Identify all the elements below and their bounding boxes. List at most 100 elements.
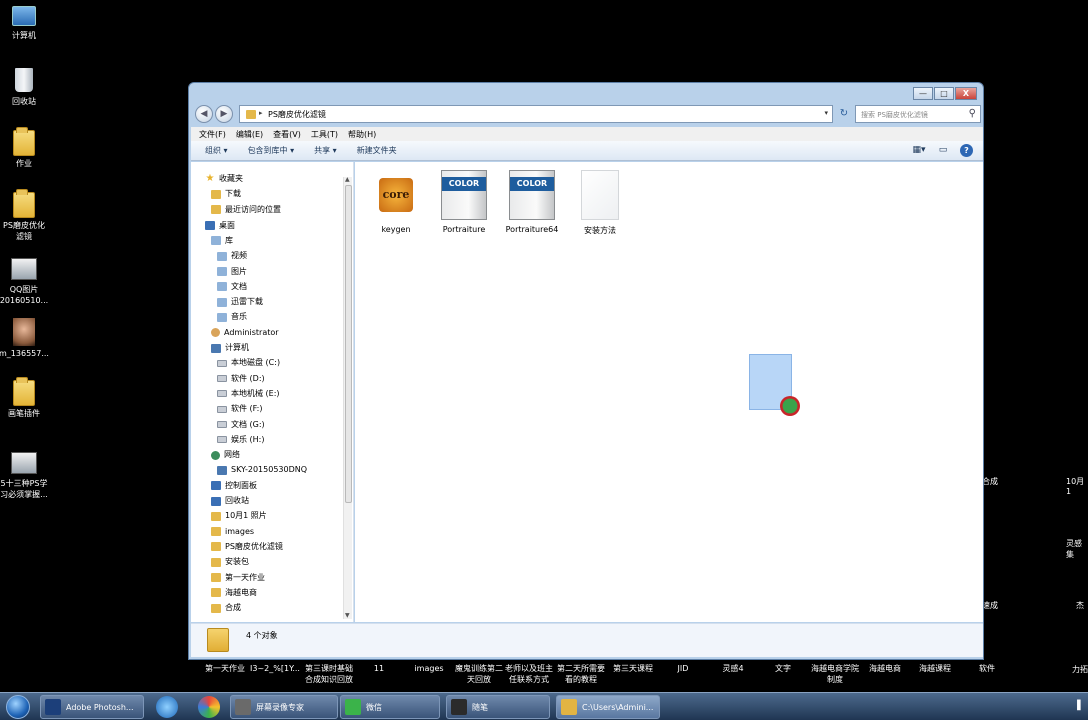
taskbar-button[interactable]: 屏幕录像专家 <box>230 695 338 719</box>
include-in-library-button[interactable]: 包含到库中 ▾ <box>248 145 295 156</box>
organize-button[interactable]: 组织 ▾ <box>205 145 228 156</box>
nav-item[interactable]: 下载 <box>211 187 241 201</box>
forward-button[interactable]: ▶ <box>215 105 233 123</box>
nav-item[interactable]: SKY-20150530DNQ <box>217 463 307 477</box>
nav-item[interactable]: 回收站 <box>211 494 249 508</box>
nav-item[interactable]: 第一天作业 <box>211 571 265 585</box>
new-folder-button[interactable]: 新建文件夹 <box>357 145 397 156</box>
ie-pinned-icon[interactable] <box>156 696 178 718</box>
nav-item[interactable]: 图片 <box>217 265 247 279</box>
nav-item[interactable]: 安装包 <box>211 555 249 569</box>
share-button[interactable]: 共享 ▾ <box>314 145 337 156</box>
taskbar-button[interactable]: C:\Users\Admini... <box>556 695 660 719</box>
desktop-icon-label[interactable]: 第三课时基础 合成知识回放 <box>302 663 356 685</box>
nav-item[interactable]: 计算机 <box>211 341 249 355</box>
nav-item[interactable]: 海越电商 <box>211 586 257 600</box>
image-thumbnail-icon <box>11 452 37 474</box>
scroll-down-icon[interactable]: ▼ <box>345 612 350 619</box>
desktop-edge-label[interactable]: 力拓 <box>1072 664 1088 675</box>
start-button[interactable] <box>6 695 30 719</box>
desktop-icon-label[interactable]: 11 <box>352 663 406 674</box>
desktop-icon-label[interactable]: 软件 <box>960 663 1014 674</box>
taskbar-button[interactable]: 随笔 <box>446 695 550 719</box>
close-button[interactable]: X <box>955 87 977 100</box>
desktop-icon-label[interactable]: 第一天作业 <box>198 663 252 674</box>
address-dropdown-icon[interactable]: ▾ <box>824 109 828 117</box>
desktop-edge-label[interactable]: 杰 <box>1076 600 1084 611</box>
back-button[interactable]: ◀ <box>195 105 213 123</box>
desktop-icon-label[interactable]: 灵感4 <box>706 663 760 674</box>
nav-item[interactable]: 桌面 <box>205 219 235 233</box>
menu-edit[interactable]: 编辑(E) <box>236 129 263 140</box>
desktop-icon[interactable]: 计算机 <box>0 6 52 41</box>
desktop-icon-label[interactable]: 文字 <box>756 663 810 674</box>
change-view-icon[interactable]: ▦▾ <box>912 144 926 157</box>
scrollbar-thumb[interactable] <box>345 185 352 503</box>
nav-item[interactable]: 最近访问的位置 <box>211 203 281 217</box>
menu-tools[interactable]: 工具(T) <box>311 129 338 140</box>
nav-item[interactable]: 库 <box>211 234 233 248</box>
nav-item[interactable]: 迅雷下载 <box>217 295 263 309</box>
nav-item[interactable]: Administrator <box>211 326 279 340</box>
menu-help[interactable]: 帮助(H) <box>348 129 376 140</box>
desktop-icon-label[interactable]: 第二天所需要 看的教程 <box>554 663 608 685</box>
desktop-edge-label[interactable]: 速成 <box>982 600 998 611</box>
nav-item[interactable]: 10月1 照片 <box>211 509 267 523</box>
breadcrumb-current[interactable]: PS磨皮优化滤镜 <box>268 109 326 120</box>
nav-item[interactable]: images <box>211 525 254 539</box>
desktop-icon-label[interactable]: 海越电商 <box>858 663 912 674</box>
nav-item[interactable]: 软件 (D:) <box>217 372 265 386</box>
preview-pane-icon[interactable]: ▭ <box>936 144 950 157</box>
desktop-edge-label[interactable]: 10月1 <box>1066 476 1088 496</box>
taskbar-button[interactable]: Adobe Photosh... <box>40 695 144 719</box>
file-item[interactable]: COLOR Portraiture <box>429 170 499 234</box>
refresh-button[interactable]: ↻ <box>837 105 851 123</box>
desktop-edge-label[interactable]: 灵感 集 <box>1066 538 1082 560</box>
desktop-icon-label[interactable]: 魔鬼训练第二 天回放 <box>452 663 506 685</box>
nav-item[interactable]: 控制面板 <box>211 479 257 493</box>
nav-item[interactable]: 文档 <box>217 280 247 294</box>
nav-item[interactable]: 音乐 <box>217 310 247 324</box>
desktop-edge-label[interactable]: 合成 <box>982 476 998 487</box>
chrome-pinned-icon[interactable] <box>198 696 220 718</box>
scroll-up-icon[interactable]: ▲ <box>345 176 350 183</box>
nav-item[interactable]: 本地磁盘 (C:) <box>217 356 280 370</box>
desktop-icon[interactable]: 作业 <box>0 127 52 169</box>
show-desktop-icon[interactable]: ▌ <box>1077 701 1084 711</box>
nav-item[interactable]: 软件 (F:) <box>217 402 262 416</box>
nav-item[interactable]: 合成 <box>211 601 241 615</box>
nav-item[interactable]: ★ 收藏夹 <box>205 172 243 186</box>
desktop-icon-label[interactable]: 第三天课程 <box>606 663 660 674</box>
desktop-icon[interactable]: QQ图片 20160510... <box>0 258 52 306</box>
maximize-button[interactable]: □ <box>934 87 954 100</box>
taskbar-button[interactable]: 微信 <box>340 695 440 719</box>
nav-item[interactable]: 文档 (G:) <box>217 418 265 432</box>
file-item[interactable]: 安装方法 <box>565 170 635 236</box>
search-icon[interactable]: ⚲ <box>969 108 976 119</box>
desktop-icon[interactable]: 回收站 <box>0 68 52 107</box>
menu-file[interactable]: 文件(F) <box>199 129 226 140</box>
address-bar[interactable]: ▸ PS磨皮优化滤镜 ▾ <box>239 105 833 123</box>
desktop-icon-label[interactable]: 老师以及班主 任联系方式 <box>502 663 556 685</box>
desktop-icon-label[interactable]: JID <box>656 663 710 674</box>
nav-item[interactable]: PS磨皮优化滤镜 <box>211 540 283 554</box>
nav-item[interactable]: 视频 <box>217 249 247 263</box>
menu-view[interactable]: 查看(V) <box>273 129 301 140</box>
desktop-icon-label[interactable]: images <box>402 663 456 674</box>
desktop-icon[interactable]: 5十三种PS学 习必须掌握... <box>0 452 52 500</box>
desktop-icon-label[interactable]: 海越课程 <box>908 663 962 674</box>
nav-item[interactable]: 网络 <box>211 448 240 462</box>
desktop-icon-label[interactable]: I3~2_%[1Y... <box>248 663 302 674</box>
desktop-icon[interactable]: PS磨皮优化 滤镜 <box>0 189 52 242</box>
nav-item[interactable]: 本地机械 (E:) <box>217 387 280 401</box>
nav-item[interactable]: 娱乐 (H:) <box>217 433 265 447</box>
file-item[interactable]: core keygen <box>361 178 431 234</box>
help-icon[interactable]: ? <box>960 144 973 157</box>
search-input[interactable]: 搜索 PS磨皮优化滤镜 ⚲ <box>855 105 981 123</box>
desktop-icon[interactable]: m_136557... <box>0 318 52 359</box>
desktop-icon-label[interactable]: 海越电商学院 制度 <box>808 663 862 685</box>
navigation-scrollbar[interactable]: ▲ ▼ <box>343 176 352 619</box>
desktop-icon[interactable]: 画笔插件 <box>0 377 52 419</box>
file-item[interactable]: COLOR Portraiture64 <box>497 170 567 234</box>
minimize-button[interactable]: — <box>913 87 933 100</box>
